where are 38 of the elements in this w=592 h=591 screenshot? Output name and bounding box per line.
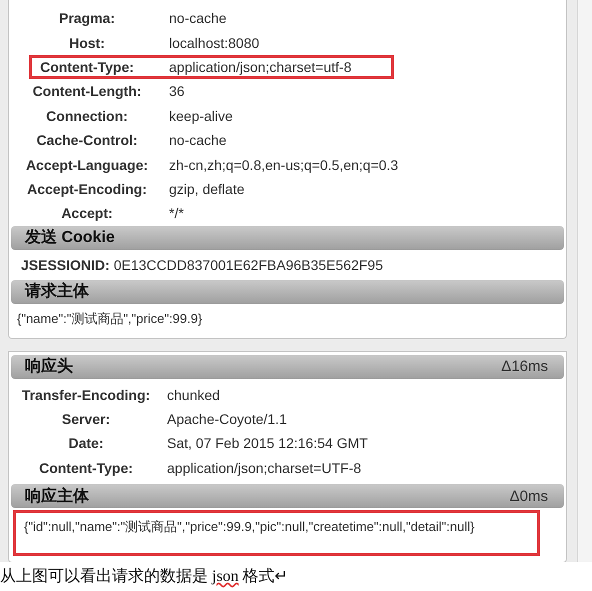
section-title: 发送 Cookie	[25, 228, 115, 248]
section-title: 响应头	[25, 356, 73, 378]
header-name: Accept:	[60, 205, 114, 222]
section-title: 请求主体	[25, 281, 89, 302]
header-name: Host:	[68, 34, 106, 51]
header-value: zh-cn,zh;q=0.8,en-us;q=0.5,en;q=0.3	[169, 156, 398, 173]
header-value: Apache-Coyote/1.1	[167, 411, 287, 428]
header-value: no-cache	[169, 132, 227, 148]
header-name: Transfer-Encoding:	[20, 386, 152, 403]
document-paragraph: 从上图可以看出请求的数据是 json 格式↵	[0, 566, 289, 587]
header-value: gzip, deflate	[169, 180, 244, 197]
header-name: Accept-Language:	[24, 156, 150, 173]
header-value: application/json;charset=UTF-8	[167, 460, 362, 476]
timing-label: Δ16ms	[501, 358, 548, 376]
header-value: localhost:8080	[169, 34, 260, 51]
scrollbar[interactable]	[577, 0, 592, 562]
response-body: {"id":null,"name":"测试商品","price":99.9,"pic":null,"createtime":null,"detail":null}	[13, 510, 540, 556]
header-name: Content-Length:	[32, 83, 142, 100]
cookie-name: JSESSIONID:	[21, 256, 110, 273]
request-body: {"name":"测试商品","price":99.9}	[16, 310, 204, 328]
header-value: Sat, 07 Feb 2015 12:16:54 GMT	[167, 435, 368, 452]
cookie-value: 0E13CCDD837001E62FBA96B35E562F95	[114, 256, 383, 273]
header-value: */*	[169, 205, 184, 222]
header-value: chunked	[167, 386, 220, 403]
timing-label: Δ0ms	[510, 488, 548, 505]
header-name: Connection:	[45, 108, 129, 124]
header-value: no-cache	[169, 10, 227, 26]
header-name: Pragma:	[58, 10, 116, 26]
header-name: Content-Type:	[38, 460, 134, 476]
header-name: Date:	[67, 435, 104, 452]
header-name: Accept-Encoding:	[26, 180, 148, 197]
header-value: application/json;charset=utf-8	[169, 58, 352, 75]
header-value: keep-alive	[169, 108, 233, 124]
header-name: Content-Type:	[39, 58, 135, 75]
header-name: Server:	[60, 411, 112, 428]
header-value: 36	[169, 83, 185, 100]
section-title: 响应主体	[25, 486, 89, 507]
header-name: Cache-Control:	[35, 132, 139, 148]
